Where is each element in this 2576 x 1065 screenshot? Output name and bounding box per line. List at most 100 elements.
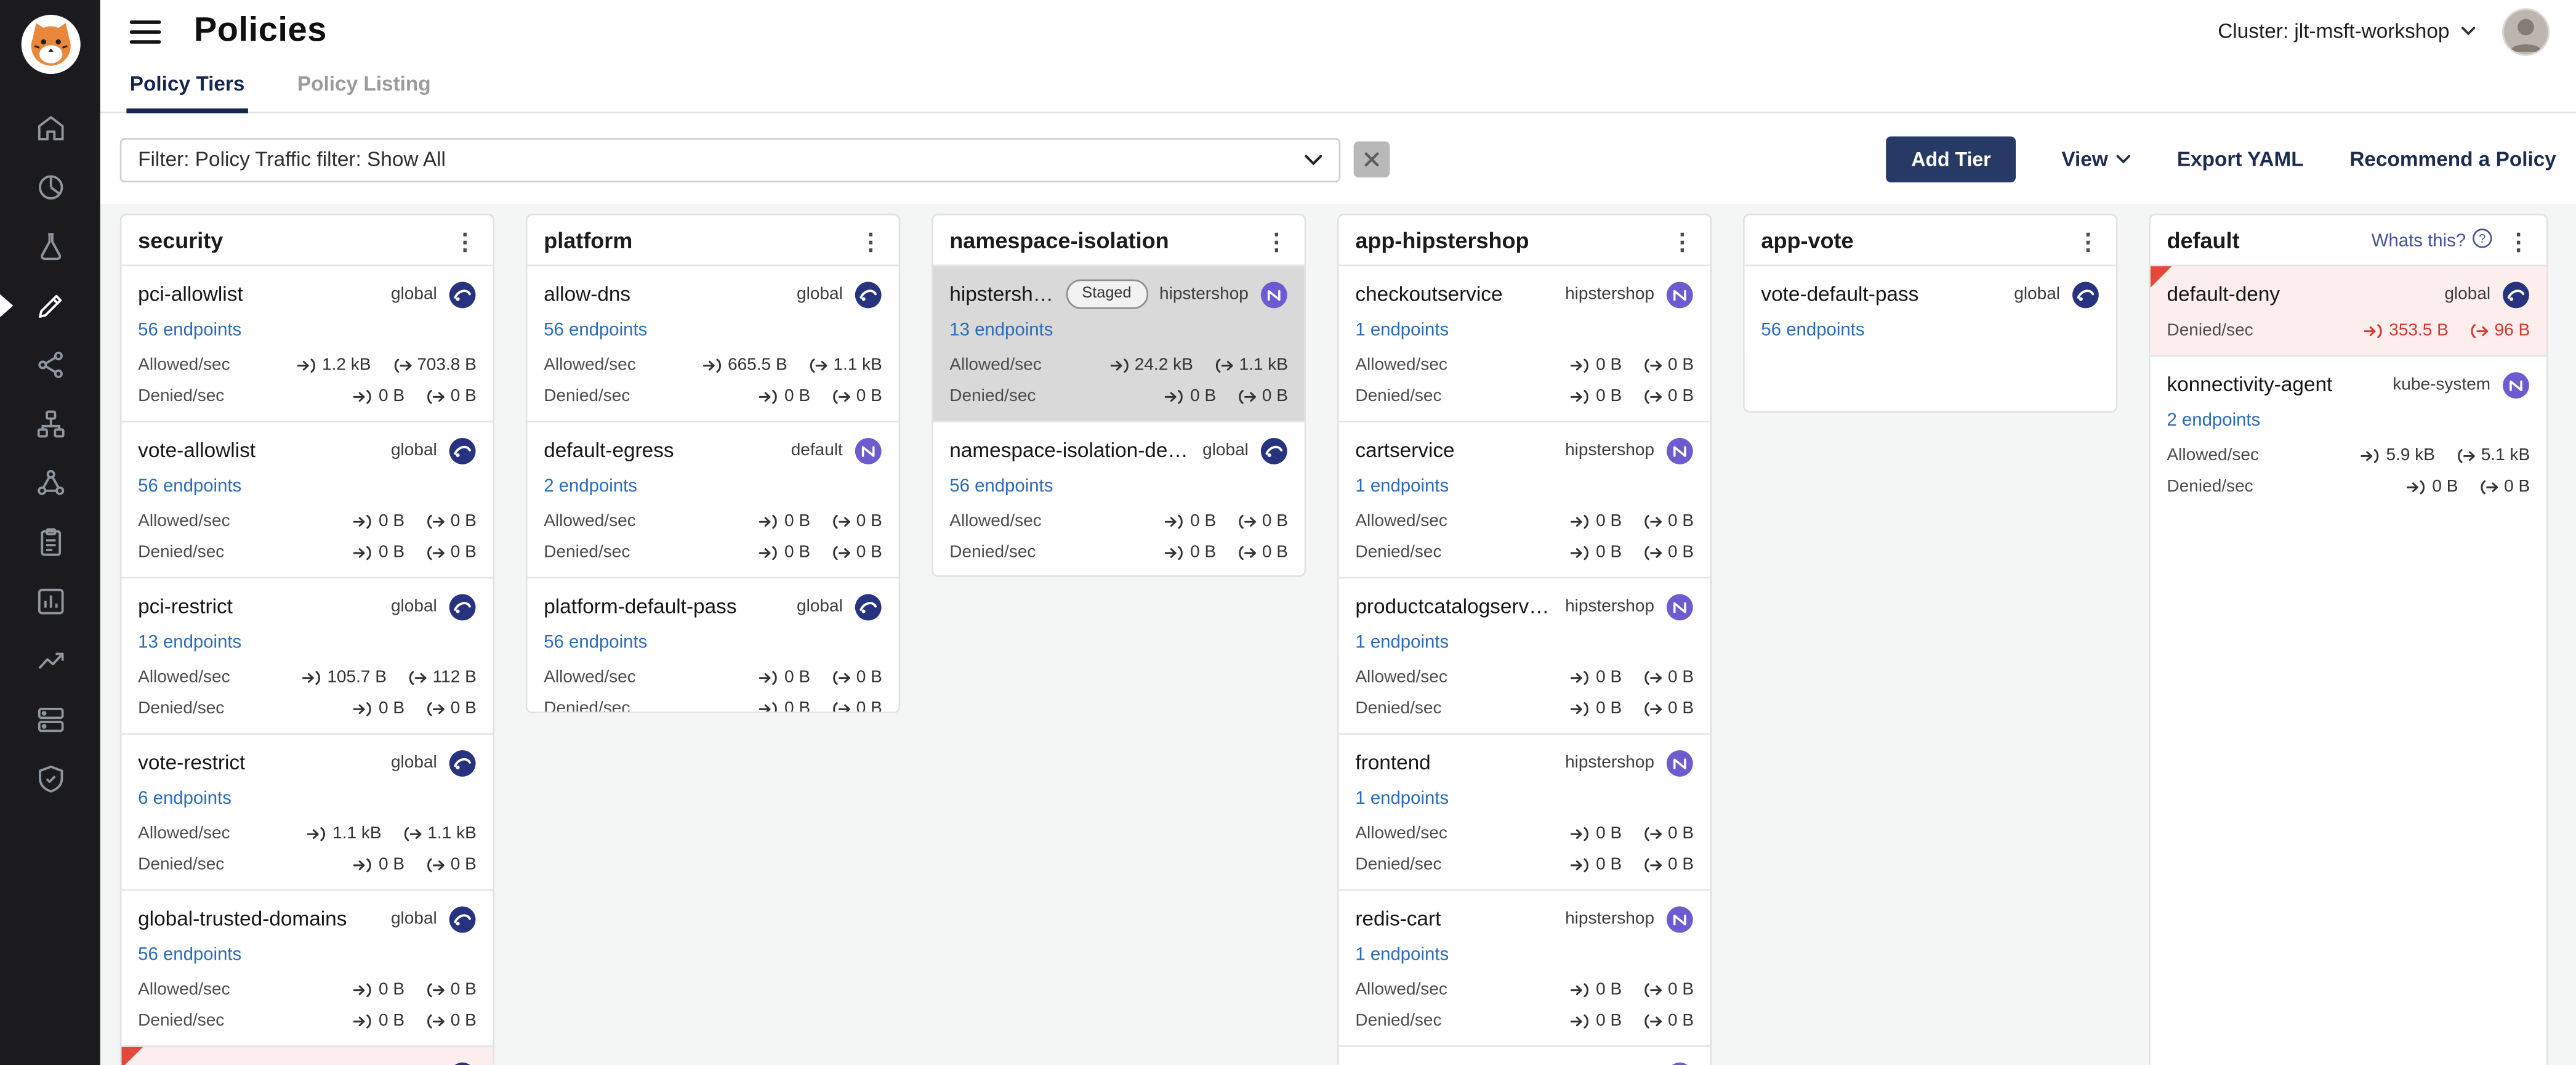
traffic-value: 0 B (1643, 1011, 1694, 1031)
close-icon (1364, 151, 1380, 168)
tier-menu-icon[interactable]: ⋮ (859, 229, 882, 252)
endpoints-link[interactable]: 13 endpoints (949, 320, 1053, 340)
endpoints-link[interactable]: 1 endpoints (1355, 945, 1449, 965)
traffic-value-text: 5.9 kB (2386, 445, 2435, 465)
traffic-values: 0 B0 B (1571, 511, 1694, 531)
sidebar-item-threat-shield[interactable] (0, 750, 100, 809)
avatar[interactable] (2502, 7, 2550, 55)
endpoints-link[interactable]: 1 endpoints (1355, 789, 1449, 809)
policy-card[interactable]: default-egressdefault2 endpointsAllowed/… (528, 421, 899, 577)
traffic-row: Allowed/sec0 B0 B (1355, 511, 1694, 531)
home-icon (34, 111, 66, 144)
traffic-values: 0 B0 B (354, 699, 477, 718)
policy-card[interactable]: productcatalogservicehipstershop1 endpoi… (1339, 577, 1710, 733)
traffic-value-text: 24.2 kB (1135, 355, 1193, 375)
egress-arrow-icon (1643, 701, 1663, 716)
endpoints-link[interactable]: 2 endpoints (544, 477, 637, 496)
export-yaml-button[interactable]: Export YAML (2177, 148, 2304, 171)
ingress-arrow-icon (760, 389, 779, 403)
add-tier-button[interactable]: Add Tier (1886, 136, 2015, 182)
endpoints-link[interactable]: 6 endpoints (138, 789, 231, 809)
policy-card[interactable]: namespace-isolation-default-p...global56… (933, 421, 1305, 577)
sidebar-item-flask[interactable] (0, 217, 100, 276)
traffic-row: Allowed/sec665.5 B1.1 kB (544, 355, 882, 375)
traffic-value-text: 0 B (856, 543, 882, 562)
tier-menu-icon[interactable]: ⋮ (453, 229, 476, 252)
traffic-value: 0 B (2407, 477, 2458, 496)
sidebar-item-home[interactable] (0, 99, 100, 158)
endpoints-link[interactable]: 2 endpoints (2167, 411, 2260, 431)
endpoints-link[interactable]: 56 endpoints (949, 477, 1053, 496)
endpoints-link[interactable]: 1 endpoints (1355, 477, 1449, 496)
traffic-value-text: 0 B (379, 543, 405, 562)
traffic-label: Denied/sec (949, 386, 1165, 406)
policy-card[interactable]: quarantineglobal0 endpoints (121, 1045, 493, 1065)
view-menu-button[interactable]: View (2061, 148, 2131, 171)
sidebar-item-sitemap[interactable] (0, 394, 100, 453)
recommend-policy-button[interactable]: Recommend a Policy (2349, 148, 2556, 171)
traffic-row: Allowed/sec0 B0 B (544, 511, 882, 531)
policy-card[interactable]: konnectivity-agentkube-system2 endpoints… (2151, 355, 2546, 511)
tier-name: app-hipstershop (1355, 229, 1670, 253)
app: Policies Cluster: jlt-msft-workshop (0, 0, 2576, 1065)
endpoints-link[interactable]: 1 endpoints (1355, 633, 1449, 652)
policy-card[interactable]: checkoutservicehipstershop1 endpointsAll… (1339, 265, 1710, 421)
sidebar-item-dashboard[interactable] (0, 158, 100, 217)
egress-arrow-icon (832, 389, 851, 403)
sidebar-item-compliance[interactable] (0, 513, 100, 572)
endpoints-link[interactable]: 13 endpoints (138, 633, 241, 652)
endpoints-link[interactable]: 56 endpoints (138, 320, 241, 340)
ingress-arrow-icon (354, 514, 374, 528)
traffic-value-text: 1.1 kB (833, 355, 882, 375)
ingress-arrow-icon (1165, 545, 1185, 560)
endpoints-link[interactable]: 56 endpoints (138, 477, 241, 496)
policy-card[interactable]: frontendhipstershop1 endpointsAllowed/se… (1339, 733, 1710, 889)
whats-this-link[interactable]: Whats this?? (2372, 229, 2492, 253)
endpoints-link[interactable]: 1 endpoints (1355, 320, 1449, 340)
endpoints-link[interactable]: 56 endpoints (1761, 320, 1864, 340)
traffic-value: 0 B (760, 511, 810, 531)
policy-card[interactable]: emailservicehipstershop1 endpointsAllowe… (1339, 1045, 1710, 1065)
sidebar-item-cluster[interactable] (0, 453, 100, 512)
tier-menu-icon[interactable]: ⋮ (2077, 229, 2099, 252)
policy-card[interactable]: redis-carthipstershop1 endpointsAllowed/… (1339, 889, 1710, 1045)
policy-card[interactable]: pci-restrictglobal13 endpointsAllowed/se… (121, 577, 493, 733)
policy-card[interactable]: hipstershop-gh...Stagedhipstershop13 end… (933, 265, 1305, 421)
tier-name: platform (544, 229, 859, 253)
sidebar-item-reports[interactable] (0, 572, 100, 631)
policy-card[interactable]: platform-default-passglobal56 endpointsA… (528, 577, 899, 713)
policy-card[interactable]: global-trusted-domainsglobal56 endpoints… (121, 889, 493, 1045)
ingress-arrow-icon (1571, 982, 1591, 997)
policy-card[interactable]: vote-default-passglobal56 endpoints (1745, 265, 2116, 358)
policy-card[interactable]: default-denyglobalDenied/sec353.5 B96 B (2151, 265, 2546, 355)
policy-traffic-filter-select[interactable]: Filter: Policy Traffic filter: Show All (120, 137, 1341, 182)
app-logo-icon[interactable] (19, 13, 81, 75)
sidebar-item-service-graph[interactable] (0, 335, 100, 394)
traffic-value-text: 0 B (856, 667, 882, 687)
policy-card[interactable]: allow-dnsglobal56 endpointsAllowed/sec66… (528, 265, 899, 421)
endpoints-link[interactable]: 56 endpoints (138, 945, 241, 965)
clear-filter-button[interactable] (1354, 141, 1390, 177)
sidebar-item-policies[interactable] (0, 276, 100, 335)
ingress-arrow-icon (308, 826, 328, 841)
policy-card[interactable]: vote-allowlistglobal56 endpointsAllowed/… (121, 421, 493, 577)
traffic-value-text: 0 B (1668, 699, 1694, 718)
traffic-label: Allowed/sec (1355, 667, 1571, 687)
policy-card[interactable]: cartservicehipstershop1 endpointsAllowed… (1339, 421, 1710, 577)
tab-policy-tiers[interactable]: Policy Tiers (126, 66, 248, 113)
hamburger-menu-icon[interactable] (123, 12, 167, 50)
policy-card[interactable]: pci-allowlistglobal56 endpointsAllowed/s… (121, 265, 493, 421)
sidebar-item-trends[interactable] (0, 631, 100, 690)
policy-scope-label: global (391, 597, 437, 617)
endpoints-link[interactable]: 56 endpoints (544, 633, 647, 652)
endpoints-link[interactable]: 56 endpoints (544, 320, 647, 340)
policy-name: redis-cart (1355, 907, 1441, 930)
sidebar-item-hosts[interactable] (0, 690, 100, 750)
tab-policy-listing[interactable]: Policy Listing (294, 66, 435, 113)
cluster-selector[interactable]: Cluster: jlt-msft-workshop (2218, 20, 2476, 43)
tier-menu-icon[interactable]: ⋮ (2507, 229, 2530, 252)
tier-menu-icon[interactable]: ⋮ (1671, 229, 1694, 252)
tier-menu-icon[interactable]: ⋮ (1265, 229, 1288, 252)
traffic-value: 0 B (354, 855, 405, 875)
policy-card[interactable]: vote-restrictglobal6 endpointsAllowed/se… (121, 733, 493, 889)
